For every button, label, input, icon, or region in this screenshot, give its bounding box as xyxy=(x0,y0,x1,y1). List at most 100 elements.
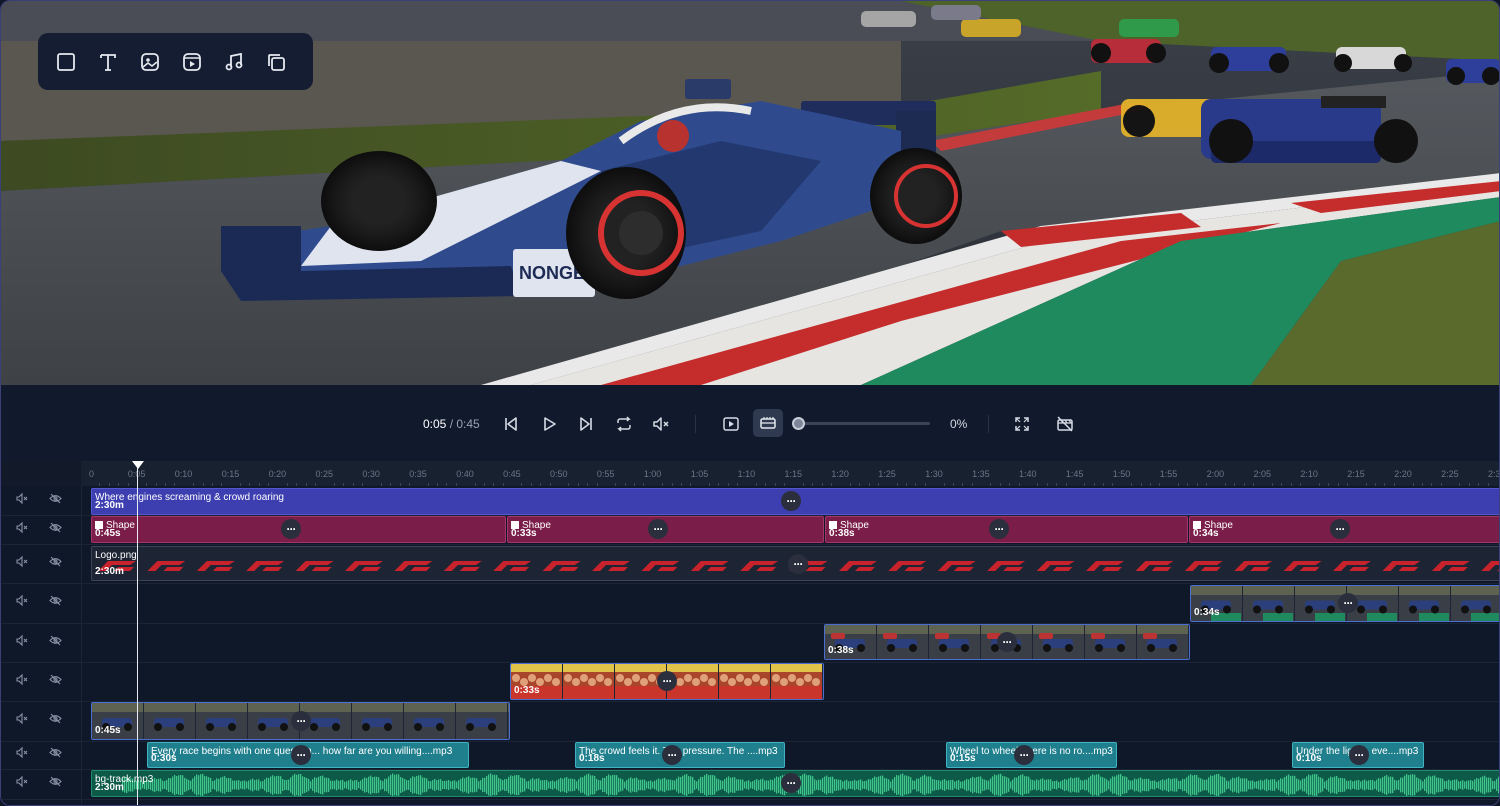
zoom-slider-handle[interactable] xyxy=(792,417,805,430)
ruler-tick-label: 1:15 xyxy=(784,469,803,479)
total-time: 0:45 xyxy=(456,417,480,431)
shape-clip-more-button[interactable]: ··· xyxy=(1330,519,1350,539)
video-clip-duration: 0:45s xyxy=(95,725,121,736)
track-separator xyxy=(1,515,1499,516)
controls-divider xyxy=(695,415,696,433)
track-mute-button[interactable] xyxy=(16,492,29,510)
more-icon: ··· xyxy=(667,748,678,762)
shape-clip-more-button[interactable]: ··· xyxy=(281,519,301,539)
ruler-tick-label: 2:25 xyxy=(1441,469,1459,479)
track-mute-button[interactable] xyxy=(16,775,29,793)
eye-off-icon xyxy=(49,522,62,532)
video-editor: NONGEr 0:05 / 0:45 0% 0 0:10 0:15 0:20 0… xyxy=(0,0,1500,806)
video-preview[interactable]: NONGEr xyxy=(1,1,1499,385)
eye-off-icon xyxy=(49,674,62,684)
audio-clip-more-button[interactable]: ··· xyxy=(781,773,801,793)
ruler-tick-label: 0 xyxy=(89,469,95,479)
shape-clip-duration: 0:45s xyxy=(95,528,121,539)
volume-mute-icon xyxy=(16,492,28,504)
ruler-tick-label: 0:25 xyxy=(315,469,334,479)
skip-forward-icon xyxy=(580,417,592,431)
text-clip-more-button[interactable]: ··· xyxy=(781,491,801,511)
shape-clip-more-button[interactable]: ··· xyxy=(989,519,1009,539)
track-visibility-button[interactable] xyxy=(49,521,62,539)
more-icon: ··· xyxy=(1343,596,1354,610)
ruler-tick-label: 1:20 xyxy=(831,469,849,479)
track-mute-button[interactable] xyxy=(16,712,29,730)
more-icon: ··· xyxy=(1335,522,1346,536)
image-clip-duration: 2:30m xyxy=(95,566,124,577)
track-mute-button[interactable] xyxy=(16,634,29,652)
volume-mute-icon xyxy=(16,746,28,759)
add-layer-button[interactable] xyxy=(264,50,287,73)
track-visibility-button[interactable] xyxy=(49,746,62,764)
more-icon: ··· xyxy=(286,522,297,536)
volume-mute-icon xyxy=(16,634,28,646)
add-audio-button[interactable] xyxy=(222,50,245,73)
fullscreen-button[interactable] xyxy=(1009,411,1035,437)
track-visibility-button[interactable] xyxy=(49,673,62,691)
timeline-ruler[interactable]: 00:050:100:150:200:250:300:350:400:450:5… xyxy=(1,461,1499,486)
mute-button[interactable] xyxy=(648,411,674,437)
audio-clip-duration: 2:30m xyxy=(95,782,124,793)
track-visibility-button[interactable] xyxy=(49,634,62,652)
zoom-slider-track[interactable] xyxy=(798,422,930,425)
video-clip-more-button[interactable]: ··· xyxy=(657,671,677,691)
track-controls xyxy=(1,544,81,583)
image-clip-name: Logo.png xyxy=(95,550,137,561)
ruler-tick-label: 1:05 xyxy=(690,469,709,479)
loop-button[interactable] xyxy=(611,411,637,437)
voiceover-clip-more-button[interactable]: ··· xyxy=(1014,745,1034,765)
video-clip-more-button[interactable]: ··· xyxy=(291,711,311,731)
voiceover-clip-more-button[interactable]: ··· xyxy=(662,745,682,765)
skip-back-icon xyxy=(505,417,517,431)
video-clip-more-button[interactable]: ··· xyxy=(997,632,1017,652)
captions-off-button[interactable] xyxy=(1052,411,1078,437)
add-text-button[interactable] xyxy=(96,50,119,73)
track-visibility-button[interactable] xyxy=(49,555,62,573)
more-icon: ··· xyxy=(296,748,307,762)
track-visibility-button[interactable] xyxy=(49,492,62,510)
video-clip-more-button[interactable]: ··· xyxy=(1338,593,1358,613)
ruler-tick-label: 0:40 xyxy=(456,469,474,479)
track-controls xyxy=(1,769,81,799)
track-visibility-button[interactable] xyxy=(49,594,62,612)
track-separator xyxy=(1,544,1499,545)
track-visibility-button[interactable] xyxy=(49,712,62,730)
play-button[interactable] xyxy=(536,411,562,437)
preview-mode-button[interactable] xyxy=(718,411,744,437)
volume-mute-icon xyxy=(16,673,28,685)
add-video-button[interactable] xyxy=(180,50,203,73)
more-icon: ··· xyxy=(653,522,664,536)
track-mute-button[interactable] xyxy=(16,673,29,691)
track-separator xyxy=(1,799,1499,800)
playhead-line[interactable] xyxy=(137,467,138,805)
insert-toolbar xyxy=(38,33,313,90)
playback-controls xyxy=(1,385,1499,461)
track-mute-button[interactable] xyxy=(16,555,29,573)
timeline-view-button[interactable] xyxy=(753,409,783,437)
track-mute-button[interactable] xyxy=(16,594,29,612)
eye-off-icon xyxy=(49,776,62,787)
voiceover-clip-more-button[interactable]: ··· xyxy=(1349,745,1369,765)
shape-clip-more-button[interactable]: ··· xyxy=(648,519,668,539)
ruler-tick-label: 1:30 xyxy=(925,469,943,479)
video-clip-duration: 0:33s xyxy=(514,685,540,696)
skip-forward-button[interactable] xyxy=(573,411,599,437)
add-image-button[interactable] xyxy=(138,50,161,73)
video-icon xyxy=(182,52,201,71)
image-clip-more-button[interactable]: ··· xyxy=(788,554,808,574)
skip-back-button[interactable] xyxy=(498,411,524,437)
playhead-handle[interactable] xyxy=(132,461,144,469)
eye-off-icon xyxy=(49,556,62,566)
add-shape-button[interactable] xyxy=(54,50,77,73)
voiceover-clip-more-button[interactable]: ··· xyxy=(291,745,311,765)
track-mute-button[interactable] xyxy=(16,521,29,539)
track-mute-button[interactable] xyxy=(16,746,29,764)
track-separator xyxy=(1,701,1499,702)
more-icon: ··· xyxy=(786,776,797,790)
track-controls xyxy=(1,515,81,544)
time-display: 0:05 / 0:45 xyxy=(423,417,480,431)
track-visibility-button[interactable] xyxy=(49,775,62,793)
volume-mute-icon xyxy=(16,555,28,567)
